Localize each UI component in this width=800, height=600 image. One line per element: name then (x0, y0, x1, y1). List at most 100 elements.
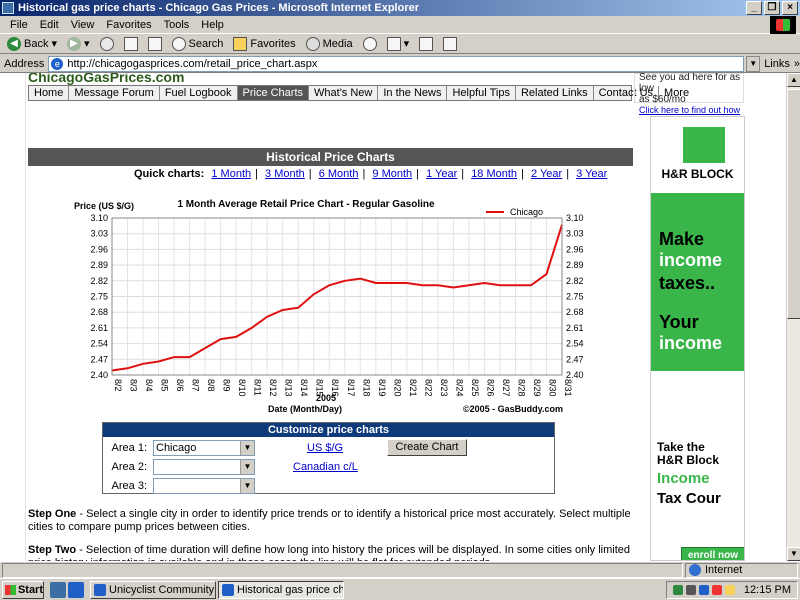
x-tick-label: 8/17 (346, 379, 356, 397)
area-1-select[interactable]: Chicago ▼ (153, 440, 255, 456)
x-tick-label: 8/11 (253, 379, 263, 396)
quick-charts-label: Quick charts: (134, 168, 205, 180)
edit-icon (443, 36, 458, 51)
minimize-button[interactable]: _ (746, 1, 762, 15)
customize-panel: Customize price charts Area 1: Chicago ▼… (102, 422, 555, 494)
network-icon[interactable] (672, 584, 683, 595)
media-button[interactable]: Media (303, 35, 356, 53)
quick-3-month[interactable]: 3 Month (265, 168, 305, 180)
links-chevron-icon[interactable]: » (794, 58, 800, 70)
nav-helpful-tips[interactable]: Helpful Tips (447, 86, 516, 100)
y-tick-label-left: 2.82 (90, 276, 108, 286)
nav-message-forum[interactable]: Message Forum (69, 86, 160, 100)
antivirus-icon[interactable] (711, 584, 722, 595)
enroll-button[interactable]: enroll now (681, 547, 744, 560)
menu-view[interactable]: View (65, 16, 101, 33)
x-tick-label: 8/2 (113, 379, 123, 392)
chevron-down-icon[interactable]: ▼ (240, 460, 254, 474)
menu-bar: File Edit View Favorites Tools Help (0, 16, 800, 34)
status-bar: Internet (0, 561, 800, 578)
chevron-down-icon[interactable]: ▾ (404, 37, 410, 50)
history-button[interactable] (360, 35, 380, 53)
ad-link[interactable]: Click here to find out how (639, 105, 740, 115)
menu-favorites[interactable]: Favorites (100, 16, 157, 33)
windows-logo-icon (770, 16, 796, 34)
nav-related-links[interactable]: Related Links (516, 86, 594, 100)
step-two: Step Two - Selection of time duration wi… (28, 544, 633, 561)
nav-in-the-news[interactable]: In the News (378, 86, 448, 100)
menu-help[interactable]: Help (195, 16, 230, 33)
address-dropdown-icon[interactable]: ▼ (746, 55, 761, 72)
hr-block-name: H&R BLOCK (661, 167, 734, 181)
chevron-down-icon[interactable]: ▾ (84, 37, 90, 50)
x-tick-label: 8/25 (470, 379, 480, 397)
show-desktop-icon[interactable] (50, 581, 66, 598)
nav-price-charts[interactable]: Price Charts (237, 86, 310, 100)
nav-home[interactable]: Home (29, 86, 70, 100)
ie-page-icon (222, 583, 234, 596)
ad-hr-block: H&R Block (657, 453, 720, 467)
task-gas-prices[interactable]: Historical gas price charts... (218, 580, 344, 599)
site-logo[interactable]: ChicagoGasPrices.com (28, 73, 328, 85)
menu-file[interactable]: File (4, 16, 34, 33)
messenger-icon[interactable] (698, 584, 709, 595)
links-button[interactable]: Links (760, 58, 794, 70)
area-3-select[interactable]: ▼ (153, 478, 255, 494)
x-tick-label: 8/19 (377, 379, 387, 397)
ad-your: Your (659, 312, 699, 332)
update-icon[interactable] (724, 584, 735, 595)
menu-edit[interactable]: Edit (34, 16, 65, 33)
quick-2-year[interactable]: 2 Year (531, 168, 562, 180)
edit-button[interactable] (440, 35, 460, 53)
close-button[interactable]: × (782, 1, 798, 15)
cad-link[interactable]: Canadian c/L (293, 461, 358, 473)
x-tick-label: 8/14 (299, 379, 309, 397)
address-input[interactable]: e http://chicagogasprices.com/retail_pri… (48, 55, 745, 72)
quick-18-month[interactable]: 18 Month (471, 168, 517, 180)
usd-link[interactable]: US $/G (307, 442, 343, 454)
volume-icon[interactable] (685, 584, 696, 595)
x-tick-label: 8/13 (284, 379, 294, 397)
hr-block-ad[interactable]: H&R BLOCK Make income taxes.. Your incom… (650, 116, 745, 561)
x-tick-label: 8/24 (454, 379, 464, 397)
y-tick-label-left: 2.40 (90, 370, 108, 380)
scroll-up-icon[interactable]: ▲ (787, 73, 800, 87)
stop-icon (99, 36, 114, 51)
quick-3-year[interactable]: 3 Year (576, 168, 607, 180)
quick-6-month[interactable]: 6 Month (319, 168, 359, 180)
scroll-thumb[interactable] (787, 89, 800, 319)
x-tick-label: 8/21 (408, 379, 418, 397)
chevron-down-icon[interactable]: ▼ (240, 441, 254, 455)
start-button[interactable]: Start (2, 580, 44, 599)
forward-button[interactable]: ▶ ▾ (64, 35, 93, 53)
start-label: Start (17, 583, 43, 596)
left-margin (0, 73, 26, 561)
print-button[interactable] (416, 35, 436, 53)
chevron-down-icon[interactable]: ▾ (51, 37, 57, 50)
area-2-label: Area 2: (111, 461, 147, 473)
chevron-down-icon[interactable]: ▼ (240, 479, 254, 493)
ie-launch-icon[interactable] (68, 581, 84, 598)
windows-logo-icon (5, 584, 16, 595)
search-button[interactable]: Search (169, 35, 227, 53)
nav-whats-new[interactable]: What's New (309, 86, 379, 100)
y-tick-label-left: 3.10 (90, 213, 108, 223)
scroll-down-icon[interactable]: ▼ (787, 547, 800, 561)
task-unicyclist[interactable]: Unicyclist Community For... (90, 580, 216, 599)
nav-fuel-logbook[interactable]: Fuel Logbook (160, 86, 238, 100)
quick-1-year[interactable]: 1 Year (426, 168, 457, 180)
quick-1-month[interactable]: 1 Month (211, 168, 251, 180)
menu-tools[interactable]: Tools (158, 16, 196, 33)
vertical-scrollbar[interactable]: ▲ ▼ (786, 73, 800, 561)
restore-button[interactable]: ❐ (764, 1, 780, 15)
back-button[interactable]: ◀ Back ▾ (4, 35, 60, 53)
quick-9-month[interactable]: 9 Month (372, 168, 412, 180)
refresh-button[interactable] (121, 35, 141, 53)
mail-button[interactable]: ▾ (384, 35, 413, 53)
y-tick-label-left: 2.89 (90, 260, 108, 270)
area-2-select[interactable]: ▼ (153, 459, 255, 475)
create-chart-button[interactable]: Create Chart (387, 439, 467, 456)
favorites-button[interactable]: Favorites (230, 35, 298, 53)
stop-button[interactable] (97, 35, 117, 53)
home-button[interactable] (145, 35, 165, 53)
